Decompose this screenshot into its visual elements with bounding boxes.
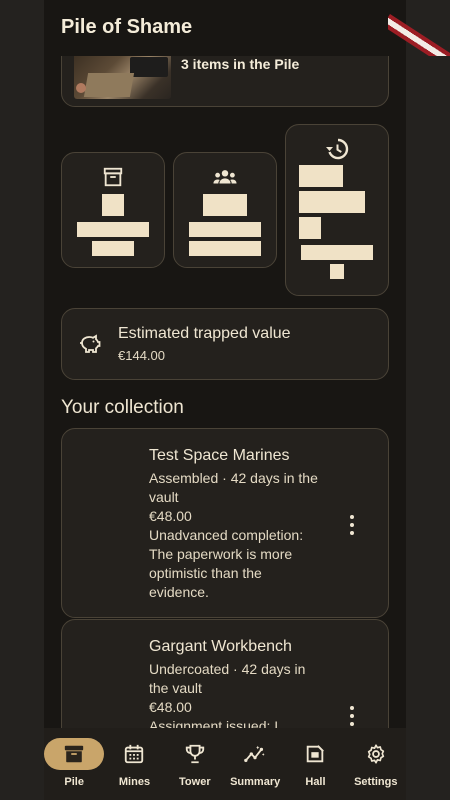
insights-icon bbox=[244, 745, 265, 763]
nav-item-tower[interactable]: Tower bbox=[165, 728, 225, 800]
pile-count-text: 3 items in the Pile bbox=[181, 56, 300, 72]
stat-card-archive[interactable] bbox=[61, 152, 165, 268]
stat-label-redacted bbox=[77, 222, 149, 237]
stat-card-group[interactable] bbox=[173, 152, 277, 268]
debug-ribbon bbox=[388, 0, 450, 56]
nav-item-mines[interactable]: Mines bbox=[104, 728, 164, 800]
nav-item-pile[interactable]: Pile bbox=[44, 728, 105, 800]
nav-label: Hall bbox=[305, 776, 326, 788]
nav-label: Summary bbox=[230, 776, 281, 788]
stat-label-redacted bbox=[92, 241, 134, 256]
item-name: Test Space Marines bbox=[149, 447, 290, 464]
archive-box-icon bbox=[101, 165, 125, 189]
left-gutter bbox=[0, 0, 44, 800]
item-note: Assignment issued: I bbox=[149, 718, 279, 728]
collection-title: Your collection bbox=[61, 397, 184, 418]
collection-item[interactable]: Test Space Marines Assembled · 42 days i… bbox=[61, 428, 389, 618]
nav-item-summary[interactable]: Summary bbox=[225, 728, 285, 800]
nav-label: Pile bbox=[64, 776, 84, 788]
stat-value-redacted bbox=[203, 194, 247, 216]
stat-value-redacted bbox=[299, 165, 343, 187]
gear-icon bbox=[367, 744, 384, 764]
app-header: Pile of Shame bbox=[44, 0, 450, 56]
calendar-icon bbox=[125, 744, 144, 764]
stat-label-redacted bbox=[301, 245, 373, 260]
stat-value-redacted bbox=[299, 217, 321, 239]
item-details: Undercoated · 42 days in the vault €48.0… bbox=[149, 660, 321, 728]
trapped-value-label: Estimated trapped value bbox=[118, 325, 291, 342]
pile-image bbox=[74, 56, 171, 99]
stat-value-redacted bbox=[299, 191, 365, 213]
trapped-value-amount: €144.00 bbox=[118, 348, 165, 363]
right-gutter bbox=[406, 0, 450, 800]
trophy-icon bbox=[185, 744, 204, 764]
item-name: Gargant Workbench bbox=[149, 638, 292, 655]
collection-item[interactable]: Gargant Workbench Undercoated · 42 days … bbox=[61, 619, 389, 728]
main-scroll[interactable]: 3 items in the Pile Estimated trapped va… bbox=[44, 56, 406, 728]
stat-label-redacted bbox=[189, 222, 261, 237]
nav-item-hall[interactable]: Hall bbox=[285, 728, 345, 800]
stat-card-history[interactable] bbox=[285, 124, 389, 296]
trapped-value-card[interactable]: Estimated trapped value €144.00 bbox=[61, 308, 389, 380]
history-icon bbox=[325, 137, 349, 161]
nav-item-settings[interactable]: Settings bbox=[346, 728, 406, 800]
piggy-bank-icon bbox=[78, 331, 102, 355]
item-note: Unadvanced completion: The paperwork is … bbox=[149, 527, 304, 600]
pile-summary-card[interactable]: 3 items in the Pile bbox=[61, 56, 389, 107]
item-status: Assembled · 42 days in the vault bbox=[149, 470, 318, 505]
pile-box-icon bbox=[64, 745, 84, 763]
bottom-navigation: Pile Mines Tower Summary Hall Settings bbox=[44, 728, 406, 800]
nav-label: Settings bbox=[354, 776, 398, 788]
more-options-icon[interactable] bbox=[348, 706, 356, 726]
stat-label-redacted bbox=[330, 264, 344, 279]
group-icon bbox=[213, 165, 237, 189]
item-status: Undercoated · 42 days in the vault bbox=[149, 661, 306, 696]
hall-icon bbox=[307, 745, 325, 763]
nav-label: Mines bbox=[118, 776, 151, 788]
stat-label-redacted bbox=[189, 241, 261, 256]
item-price: €48.00 bbox=[149, 508, 192, 524]
page-title: Pile of Shame bbox=[61, 16, 193, 38]
nav-label: Tower bbox=[179, 776, 211, 788]
item-details: Assembled · 42 days in the vault €48.00 … bbox=[149, 469, 321, 602]
item-price: €48.00 bbox=[149, 699, 192, 715]
stat-value-redacted bbox=[102, 194, 124, 216]
more-options-icon[interactable] bbox=[348, 515, 356, 535]
